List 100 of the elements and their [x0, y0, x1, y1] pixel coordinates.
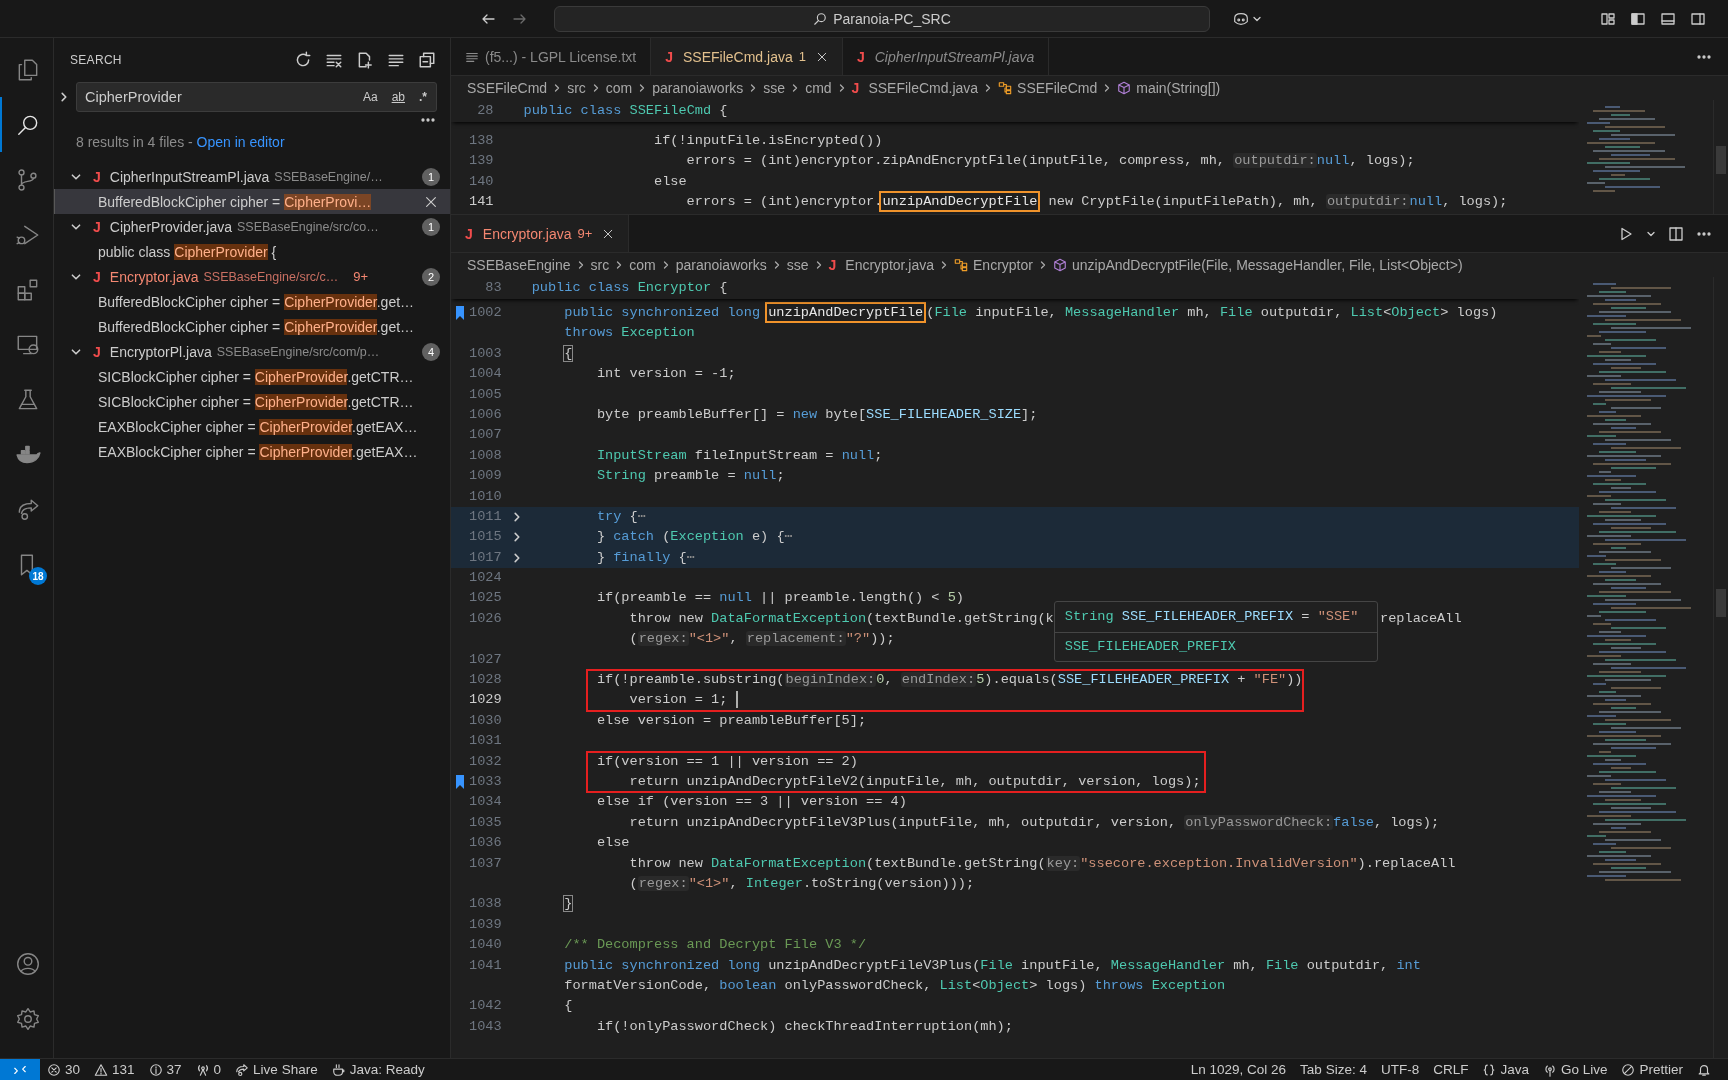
close-icon[interactable]: [815, 50, 828, 63]
java-file-icon: J: [665, 48, 673, 65]
breadcrumb-item[interactable]: Encryptor: [973, 257, 1033, 273]
line-number: 1003: [469, 344, 502, 363]
search-result[interactable]: SICBlockCipher cipher = CipherProvider.getCTR…: [54, 364, 450, 389]
new-file-icon[interactable]: [356, 51, 374, 69]
line-number: 1015: [469, 528, 502, 547]
code-line: if(preamble == null || preamble.length() < 5): [595, 589, 965, 608]
status-bar-item[interactable]: Tab Size: 4: [1293, 1059, 1374, 1080]
close-icon[interactable]: [602, 227, 615, 240]
status-bar-item[interactable]: Java: [1475, 1059, 1536, 1080]
hover-tooltip: String SSE_FILEHEADER_PREFIX = "SSE" SSE_FILEHEADER_PREFIX: [1053, 600, 1378, 662]
split-editor-icon[interactable]: [1668, 225, 1684, 242]
command-center-search[interactable]: Paranoia-PC_SRC: [554, 5, 1210, 32]
status-bar-item[interactable]: 37: [141, 1059, 189, 1080]
breadcrumb-item[interactable]: main(String[]): [1136, 80, 1221, 96]
editor-tab[interactable]: J CipherInputStreamPl.java: [842, 38, 1050, 75]
code-line: {: [563, 997, 573, 1016]
editor-tab[interactable]: J SSEFileCmd.java 1: [651, 38, 843, 75]
panel-toggle-icon[interactable]: [1660, 10, 1676, 27]
cube-icon: [1052, 258, 1067, 272]
collapse-all-icon[interactable]: [418, 51, 436, 69]
search-result[interactable]: SICBlockCipher cipher = CipherProvider.getCTR…: [54, 389, 450, 414]
breadcrumb-item[interactable]: sse: [763, 80, 786, 96]
status-bar-item[interactable]: 131: [87, 1059, 142, 1080]
breadcrumb-item[interactable]: sse: [786, 257, 809, 273]
status-bar-item[interactable]: 0: [188, 1059, 229, 1080]
breadcrumb-item[interactable]: Encryptor.java: [845, 257, 935, 273]
status-bar-item[interactable]: UTF-8: [1373, 1059, 1427, 1080]
breadcrumb-item[interactable]: src: [590, 257, 610, 273]
file-result[interactable]: J CipherProvider.java SSEBaseEngine/src/co… 1: [54, 214, 450, 239]
file-result[interactable]: J EncryptorPl.java SSEBaseEngine/src/com/p… 4: [54, 339, 450, 364]
count-badge: 18: [29, 567, 47, 585]
scrollbar[interactable]: [1713, 277, 1728, 1058]
search-field[interactable]: CipherProvider Aa ab .*: [76, 82, 437, 112]
settings-icon: [14, 1005, 41, 1032]
sidebar-toggle-icon[interactable]: [1630, 10, 1646, 27]
breadcrumb-item[interactable]: SSEFileCmd: [467, 80, 548, 96]
code-line: (regex:"<1>", replacement:"?"));: [628, 630, 895, 649]
breadcrumb-item[interactable]: SSEFileCmd.java: [868, 80, 979, 96]
line-number: 1004: [469, 365, 502, 384]
open-in-editor-link[interactable]: Open in editor: [196, 134, 285, 150]
search-result[interactable]: BufferedBlockCipher cipher = CipherProvider.get…: [54, 289, 450, 314]
line-number: 1010: [469, 487, 502, 506]
code-line: InputStream fileInputStream = null;: [595, 446, 883, 465]
bookmarks-activity-item[interactable]: 18: [0, 537, 53, 592]
file-result[interactable]: J Encryptor.java SSEBaseEngine/src/c… 9+ 2: [54, 264, 450, 289]
scrollbar[interactable]: [1713, 100, 1728, 214]
count-badge: 2: [422, 267, 440, 286]
info-icon: [148, 1062, 163, 1077]
code-line: throws Exception: [563, 324, 695, 343]
breadcrumb-item[interactable]: com: [605, 80, 633, 96]
count-badge: 4: [422, 342, 440, 361]
status-bar-item[interactable]: Prettier: [1614, 1059, 1690, 1080]
editor-tab[interactable]: J Encryptor.java 9+: [451, 215, 630, 252]
code-line: } finally {⋯: [595, 548, 695, 567]
status-bar-item[interactable]: Live Share: [228, 1059, 325, 1080]
search-option-toggle[interactable]: ab: [388, 88, 408, 106]
breadcrumb-item[interactable]: SSEBaseEngine: [467, 257, 571, 273]
code-line: errors = (int)encryptor.unzipAndDecryptFile new CryptFile(inputFilePath), mh, outputdir:null, logs);: [523, 192, 1508, 213]
status-bar-item[interactable]: Ln 1029, Col 26: [1183, 1059, 1294, 1080]
line-number: 28: [476, 101, 494, 120]
breadcrumb-item[interactable]: cmd: [805, 80, 832, 96]
code-line: /** Decompress and Decrypt File V3 */: [563, 936, 867, 955]
line-number: 1028: [469, 671, 502, 690]
code-line: public synchronized long unzipAndDecryptFileV3Plus(File inputFile, MessageHandler mh, File outputdir, int: [563, 956, 1421, 975]
sidebar-title: SEARCH: [70, 53, 122, 67]
code-line: byte preambleBuffer[] = new byte[SSE_FILEHEADER_SIZE];: [595, 405, 1038, 424]
search-result[interactable]: public class CipherProvider {: [54, 239, 450, 264]
search-result[interactable]: EAXBlockCipher cipher = CipherProvider.getEAX…: [54, 439, 450, 464]
remote-button[interactable]: [0, 1059, 40, 1080]
code-line: formatVersionCode, boolean onlyPasswordCheck, List<Object> logs) throws Exception: [563, 976, 1226, 995]
search-result[interactable]: BufferedBlockCipher cipher = CipherProvi…: [54, 189, 450, 214]
breadcrumb-item[interactable]: unzipAndDecryptFile(File, MessageHandler, File, List<Object>): [1071, 257, 1463, 273]
share-arrow-icon: [235, 1062, 250, 1077]
search-result[interactable]: EAXBlockCipher cipher = CipherProvider.getEAX…: [54, 414, 450, 439]
java-file-icon: J: [93, 343, 101, 360]
search-result[interactable]: BufferedBlockCipher cipher = CipherProvider.get…: [54, 314, 450, 339]
file-result[interactable]: J CipherInputStreamPl.java SSEBaseEngine/… 1: [54, 164, 450, 189]
close-icon[interactable]: [424, 194, 438, 209]
line-number: 1041: [469, 956, 502, 975]
status-bar-item[interactable]: 30: [40, 1059, 88, 1080]
search-option-toggle[interactable]: .*: [416, 88, 430, 106]
status-bar-item[interactable]: Java: Ready: [324, 1059, 432, 1080]
breadcrumb-item[interactable]: paranoiaworks: [652, 80, 744, 96]
layout-icon[interactable]: [1600, 10, 1616, 27]
refresh-icon[interactable]: [294, 51, 312, 69]
line-number: 1007: [469, 426, 502, 445]
run-icon[interactable]: [1618, 225, 1634, 242]
status-bar-item[interactable]: CRLF: [1426, 1059, 1476, 1080]
results-summary: 8 results in 4 files -: [76, 134, 194, 150]
breadcrumb-item[interactable]: paranoiaworks: [675, 257, 767, 273]
breadcrumb-item[interactable]: SSEFileCmd: [1017, 80, 1098, 96]
breadcrumb-item[interactable]: src: [567, 80, 586, 96]
code-line: errors = (int)encryptor.zipAndEncryptFile(inputFile, compress, mh, outputdir:null, logs);: [685, 152, 1415, 171]
code-line: {: [563, 344, 573, 363]
breadcrumb-item[interactable]: com: [629, 257, 656, 273]
secondary-sidebar-toggle-icon[interactable]: [1690, 10, 1706, 27]
search-option-toggle[interactable]: Aa: [359, 88, 381, 106]
status-bar-item[interactable]: Go Live: [1535, 1059, 1615, 1080]
